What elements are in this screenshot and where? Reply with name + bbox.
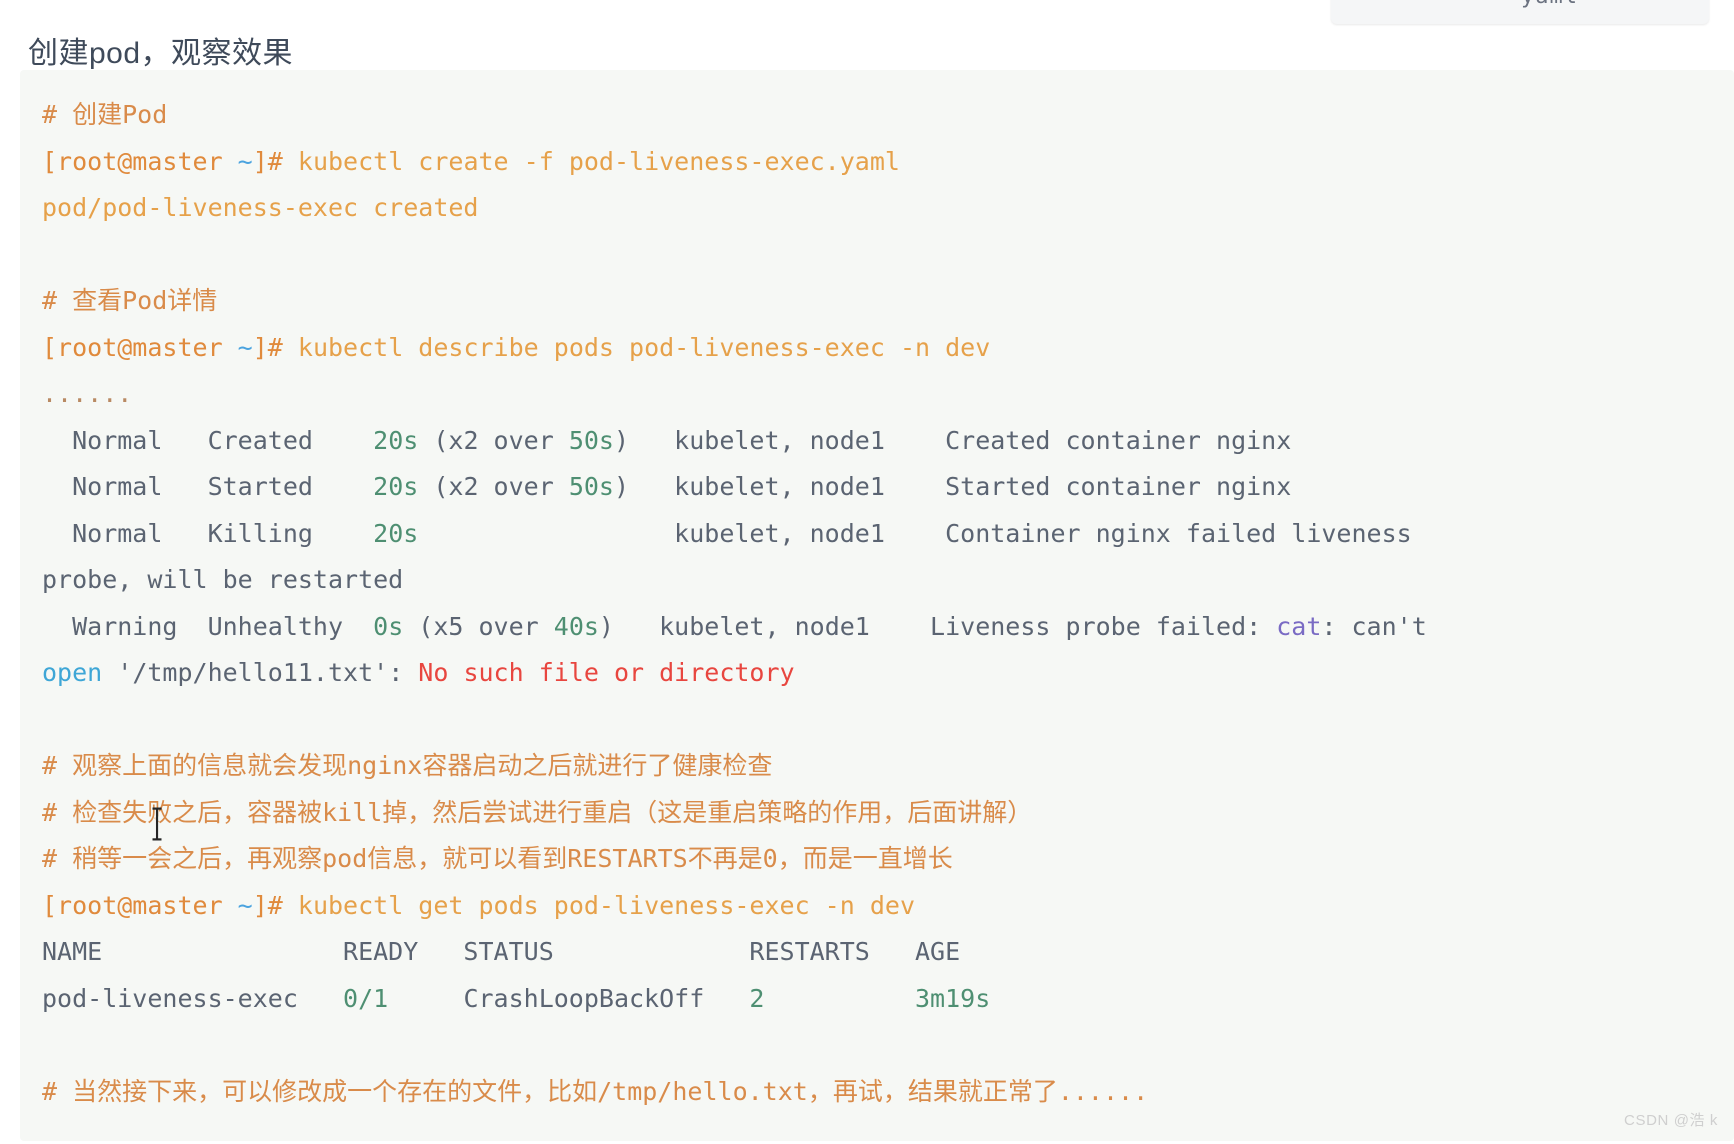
code-line: Normal Started 20s (x2 over 50s) kubelet…: [42, 464, 1734, 511]
code-token: probe, will be restarted: [42, 565, 404, 594]
code-line: Normal Created 20s (x2 over 50s) kubelet…: [42, 418, 1734, 465]
code-line: NAME READY STATUS RESTARTS AGE: [42, 929, 1734, 976]
code-token: 50s: [568, 425, 614, 455]
code-token: ]#: [252, 332, 298, 362]
code-token: No such file or directory: [418, 658, 795, 687]
code-line: [root@master ~]# kubectl get pods pod-li…: [42, 883, 1734, 930]
top-partial-code-fragment: yaml: [1521, 0, 1578, 9]
code-token: Normal Started: [42, 472, 374, 501]
code-token: Normal Killing: [42, 518, 374, 548]
code-line: # 检查失败之后，容器被kill掉，然后尝试进行重启（这是重启策略的作用，后面讲…: [42, 790, 1734, 837]
csdn-watermark: CSDN @浩 k: [1624, 1112, 1718, 1129]
code-token: (x5 over: [403, 611, 554, 641]
code-token: ]#: [252, 146, 298, 176]
code-line: [root@master ~]# kubectl create -f pod-l…: [42, 139, 1734, 186]
code-line: probe, will be restarted: [42, 557, 1734, 604]
code-token: kubelet, node1 Container nginx failed li…: [418, 518, 1412, 548]
page-title: 创建pod，观察效果: [28, 37, 294, 71]
code-token: 20s: [373, 425, 419, 455]
code-token: Warning Unhealthy: [42, 611, 374, 641]
code-line: pod-liveness-exec 0/1 CrashLoopBackOff 2…: [42, 976, 1734, 1023]
code-token: ~: [237, 146, 253, 176]
code-line: # 查看Pod详情: [42, 278, 1734, 325]
code-token: # 创建Pod: [42, 100, 168, 129]
code-line: # 观察上面的信息就会发现nginx容器启动之后就进行了健康检查: [42, 743, 1734, 790]
code-token: 0s: [373, 611, 404, 641]
code-token: ......: [42, 379, 133, 408]
code-token: # 观察上面的信息就会发现nginx容器启动之后就进行了健康检查: [42, 751, 773, 780]
code-line: # 当然接下来，可以修改成一个存在的文件，比如/tmp/hello.txt，再试…: [42, 1069, 1734, 1116]
code-token: ]#: [252, 890, 298, 920]
code-token: NAME READY STATUS RESTARTS AGE: [42, 937, 961, 966]
code-token: open: [42, 658, 103, 687]
code-token: kubectl describe pods pod-liveness-exec …: [297, 332, 991, 362]
code-line: ......: [42, 371, 1734, 418]
code-token: : can't: [1321, 611, 1427, 641]
code-token: pod-liveness-exec: [42, 983, 344, 1013]
code-token: 2: [749, 983, 765, 1013]
terminal-code-block[interactable]: # 创建Pod [root@master ~]# kubectl create -…: [20, 70, 1734, 1141]
code-token: # 检查失败之后，容器被kill掉，然后尝试进行重启（这是重启策略的作用，后面讲…: [42, 797, 1033, 827]
code-token: ) kubelet, node1 Started container nginx: [613, 472, 1292, 501]
code-token: 20s: [373, 472, 419, 501]
code-token: [root@master: [42, 332, 238, 362]
code-line: open '/tmp/hello11.txt': No such file or…: [42, 650, 1734, 697]
code-token: (x2 over: [418, 425, 569, 455]
code-token: ~: [237, 890, 253, 920]
code-token: [root@master: [42, 146, 238, 176]
code-line: # 稍等一会之后，再观察pod信息，就可以看到RESTARTS不再是0，而是一直…: [42, 836, 1734, 883]
code-token: [root@master: [42, 890, 238, 920]
code-token: (x2 over: [418, 472, 569, 501]
code-token: 0/1: [343, 983, 389, 1013]
code-token: ~: [237, 332, 253, 362]
code-token: ) kubelet, node1 Created container nginx: [613, 425, 1292, 455]
top-partial-code-block: yaml: [1331, 0, 1709, 24]
code-token: # 当然接下来，可以修改成一个存在的文件，比如/tmp/hello.txt，再试…: [42, 1076, 1149, 1106]
code-token: pod/pod-liveness-exec created: [42, 193, 479, 222]
code-token: kubectl create -f pod-liveness-exec.yaml: [297, 146, 900, 176]
code-token: cat: [1276, 611, 1322, 641]
code-line: Normal Killing 20s kubelet, node1 Contai…: [42, 511, 1734, 558]
code-token: 50s: [568, 472, 614, 501]
code-line: Warning Unhealthy 0s (x5 over 40s) kubel…: [42, 604, 1734, 651]
code-token: kubectl get pods pod-liveness-exec -n de…: [297, 890, 915, 920]
code-line: [root@master ~]# kubectl describe pods p…: [42, 325, 1734, 372]
code-token: # 查看Pod详情: [42, 286, 218, 315]
code-token: 3m19s: [915, 983, 991, 1013]
code-line: pod/pod-liveness-exec created: [42, 185, 1734, 232]
code-token: Normal Created: [42, 425, 374, 455]
code-lines-container: # 创建Pod [root@master ~]# kubectl create -…: [20, 92, 1734, 1115]
code-token: ) kubelet, node1 Liveness probe failed:: [598, 611, 1277, 641]
code-line: # 创建Pod: [42, 92, 1734, 139]
code-token: CrashLoopBackOff: [388, 983, 750, 1013]
code-token: 40s: [553, 611, 599, 641]
code-token: 20s: [373, 518, 419, 548]
code-token: '/tmp/hello11.txt':: [102, 658, 419, 687]
code-token: # 稍等一会之后，再观察pod信息，就可以看到RESTARTS不再是0，而是一直…: [42, 844, 953, 873]
